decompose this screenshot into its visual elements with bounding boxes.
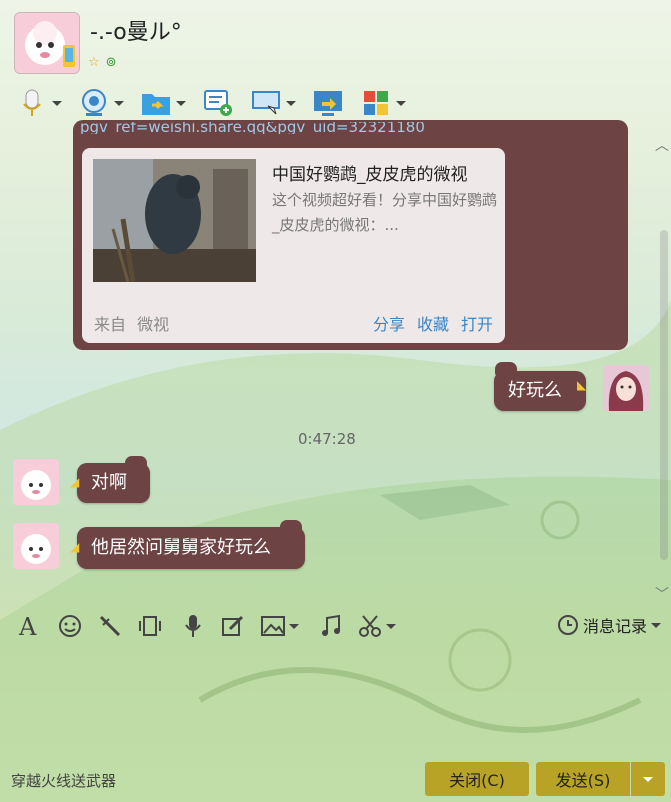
bubble-bear-decor [495,362,517,376]
contact-avatar-small[interactable] [13,459,59,505]
scroll-down-icon[interactable]: ﹀ [655,584,669,604]
emoji-button[interactable] [57,611,83,641]
screenshot-button[interactable] [357,611,396,641]
font-icon: A [18,613,37,639]
promo-text[interactable]: 穿越火线送武器 [11,770,116,791]
scrollbar-thumb[interactable] [660,230,668,560]
edit-button[interactable] [220,611,246,641]
apps-grid-icon [364,91,388,115]
bubble-bird-decor: ◢ [70,475,80,489]
search-icon[interactable]: ⊚ [106,55,117,70]
contact-avatar-small[interactable] [13,523,59,569]
message-history-label: 消息记录 [582,617,647,636]
chevron-down-icon[interactable] [52,100,62,106]
scroll-up-icon[interactable]: ︿ [655,135,669,155]
chat-add-icon [204,90,232,116]
message-text: 对啊 [91,472,127,493]
chevron-down-icon [643,776,653,782]
message-bubble: 他居然问舅舅家好玩么 [77,527,305,569]
chevron-down-icon[interactable] [286,100,296,106]
font-button[interactable]: A [16,611,42,641]
chevron-down-icon[interactable] [114,100,124,106]
status-icons: ☆ ⊚ [88,55,117,70]
self-avatar[interactable] [603,365,649,411]
bubble-bear-decor [280,520,302,534]
monitor-icon [252,91,280,115]
voice-message-button[interactable] [180,611,206,641]
message-bubble: 好玩么 [494,371,586,411]
open-action[interactable]: 打开 [461,311,493,335]
music-button[interactable] [318,611,344,641]
send-file-button[interactable] [134,84,192,122]
magic-icon [99,615,121,637]
clock-icon [557,615,578,635]
chevron-down-icon[interactable] [396,100,406,106]
source-name: 微视 [137,315,170,334]
emoji-icon [59,615,81,637]
music-icon [322,614,340,636]
close-button[interactable]: 关闭(C) [425,762,529,796]
video-call-button[interactable] [72,84,130,122]
chevron-down-icon[interactable] [289,623,299,629]
contact-avatar[interactable] [14,12,80,74]
card-title: 中国好鹦鹉_皮皮虎的微视 [272,165,468,185]
favorite-action[interactable]: 收藏 [417,311,449,335]
message-timestamp: 0:47:28 [298,430,356,448]
voice-icon [185,615,201,637]
image-button[interactable] [260,611,299,641]
top-toolbar [10,84,412,122]
apps-button[interactable] [354,84,412,122]
new-discussion-button[interactable] [196,84,240,122]
card-source: 来自 微视 [94,311,169,335]
bubble-bird-decor: ◢ [70,540,80,554]
card-description: 这个视频超好看！分享中国好鹦鹉_皮皮虎的微视：... [272,191,498,234]
chat-header: -.-o曼ル° ☆ ⊚ [0,0,671,133]
share-link[interactable]: pgv_ref=weishi.share.qq&pgv_uid=32321180 [80,122,500,134]
star-icon[interactable]: ☆ [88,55,100,70]
image-icon [261,616,285,636]
source-prefix: 来自 [94,315,127,334]
shake-icon [139,616,161,636]
chevron-down-icon[interactable] [176,100,186,106]
bubble-bear-decor [125,456,147,470]
card-actions: 分享 收藏 打开 [373,311,493,335]
send-button[interactable]: 发送(S) [536,762,630,796]
bubble-bird-decor: ◣ [577,378,587,392]
contact-name: -.-o曼ル° [90,20,182,45]
shake-button[interactable] [137,611,163,641]
svg-text:A: A [18,613,37,639]
folder-icon [142,94,170,115]
microphone-icon [23,89,41,116]
share-action[interactable]: 分享 [373,311,405,335]
scissors-icon [359,615,381,637]
video-thumbnail[interactable] [93,159,256,282]
message-text: 他居然问舅舅家好玩么 [91,537,271,558]
voice-call-button[interactable] [10,84,68,122]
webcam-icon [82,89,106,116]
chevron-down-icon [651,622,661,628]
send-options-button[interactable] [631,762,665,796]
magic-button[interactable] [97,611,123,641]
screen-share-icon [314,91,342,116]
remote-desktop-button[interactable] [244,84,302,122]
share-card[interactable]: 中国好鹦鹉_皮皮虎的微视 这个视频超好看！分享中国好鹦鹉_皮皮虎的微视：... … [82,148,505,343]
message-history-button[interactable]: 消息记录 [557,613,661,637]
share-screen-button[interactable] [306,84,350,122]
chevron-down-icon[interactable] [386,623,396,629]
message-text: 好玩么 [508,380,562,401]
message-input[interactable] [0,648,671,758]
edit-icon [222,615,244,636]
